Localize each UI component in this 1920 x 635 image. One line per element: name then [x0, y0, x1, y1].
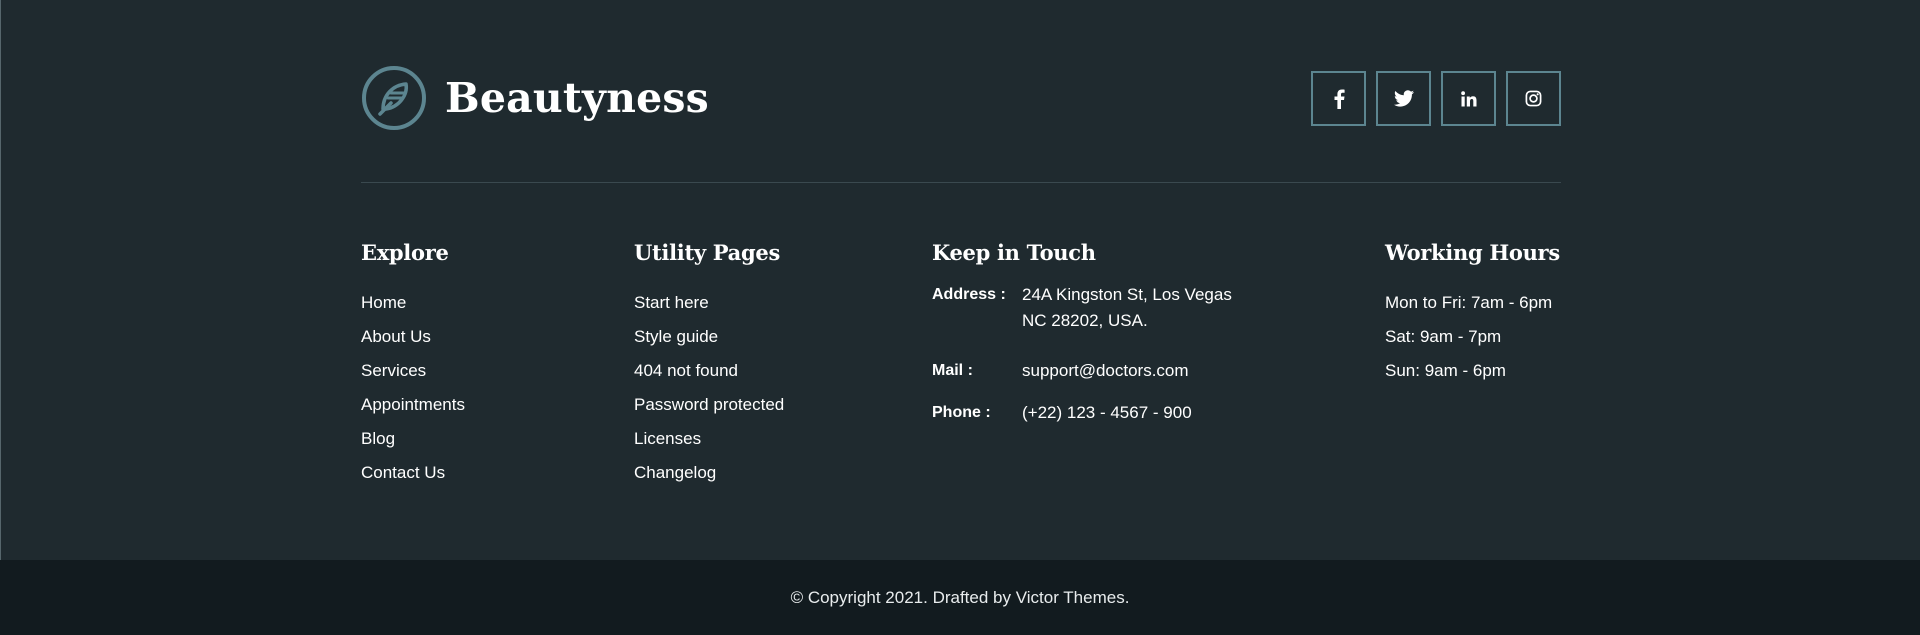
hours-column: Working Hours Mon to Fri: 7am - 6pm Sat:…: [1385, 238, 1560, 388]
divider: [361, 182, 1561, 183]
address-row: Address : 24A Kingston St, Los Vegas NC …: [932, 282, 1292, 334]
social-links: [1311, 71, 1561, 126]
link-blog[interactable]: Blog: [361, 429, 395, 448]
linkedin-button[interactable]: [1441, 71, 1496, 126]
link-appointments[interactable]: Appointments: [361, 395, 465, 414]
address-line-1: 24A Kingston St, Los Vegas: [1022, 285, 1232, 304]
hours-item: Sat: 9am - 7pm: [1385, 327, 1502, 346]
contact-column: Keep in Touch Address : 24A Kingston St,…: [932, 238, 1292, 426]
list-item: 404 not found: [634, 354, 784, 388]
utility-heading: Utility Pages: [634, 240, 780, 265]
hours-item: Sun: 9am - 6pm: [1385, 361, 1506, 380]
twitter-icon: [1393, 90, 1414, 107]
instagram-icon: [1525, 90, 1542, 107]
explore-links: Home About Us Services Appointments Blog…: [361, 286, 465, 490]
mail-link[interactable]: support@doctors.com: [1022, 358, 1189, 384]
list-item: Style guide: [634, 320, 784, 354]
list-item: Changelog: [634, 456, 784, 490]
link-home[interactable]: Home: [361, 293, 406, 312]
list-item: Blog: [361, 422, 465, 456]
list-item: About Us: [361, 320, 465, 354]
phone-label: Phone :: [932, 404, 991, 421]
link-style-guide[interactable]: Style guide: [634, 327, 718, 346]
address-value: 24A Kingston St, Los Vegas NC 28202, USA…: [1022, 282, 1232, 334]
list-item: Appointments: [361, 388, 465, 422]
link-start-here[interactable]: Start here: [634, 293, 709, 312]
list-item: Licenses: [634, 422, 784, 456]
mail-row: Mail : support@doctors.com: [932, 358, 1292, 384]
address-line-2: NC 28202, USA.: [1022, 311, 1148, 330]
link-404[interactable]: 404 not found: [634, 361, 738, 380]
footer-main: Beautyness Explore Home About Us Service…: [0, 0, 1920, 560]
link-changelog[interactable]: Changelog: [634, 463, 716, 482]
hours-item: Mon to Fri: 7am - 6pm: [1385, 293, 1553, 312]
brand[interactable]: Beautyness: [361, 65, 709, 131]
footer-container: Beautyness Explore Home About Us Service…: [361, 0, 1561, 560]
list-item: Start here: [634, 286, 784, 320]
phone-link[interactable]: (+22) 123 - 4567 - 900: [1022, 400, 1192, 426]
instagram-button[interactable]: [1506, 71, 1561, 126]
brand-name: Beautyness: [445, 74, 709, 122]
facebook-button[interactable]: [1311, 71, 1366, 126]
hours-heading: Working Hours: [1385, 240, 1560, 265]
link-services[interactable]: Services: [361, 361, 426, 380]
facebook-icon: [1334, 89, 1345, 109]
copyright-text: © Copyright 2021. Drafted by Victor Them…: [790, 587, 1130, 607]
contact-heading: Keep in Touch: [932, 240, 1096, 265]
mail-label: Mail :: [932, 362, 973, 379]
explore-heading: Explore: [361, 240, 449, 265]
link-contact-us[interactable]: Contact Us: [361, 463, 445, 482]
link-licenses[interactable]: Licenses: [634, 429, 701, 448]
list-item: Password protected: [634, 388, 784, 422]
list-item: Contact Us: [361, 456, 465, 490]
link-about-us[interactable]: About Us: [361, 327, 431, 346]
feather-leaf-icon: [362, 66, 426, 130]
hours-list: Mon to Fri: 7am - 6pm Sat: 9am - 7pm Sun…: [1385, 286, 1560, 388]
list-item: Home: [361, 286, 465, 320]
explore-column: Explore Home About Us Services Appointme…: [361, 238, 465, 490]
twitter-button[interactable]: [1376, 71, 1431, 126]
link-password-protected[interactable]: Password protected: [634, 395, 784, 414]
footer-bottom-bar: © Copyright 2021. Drafted by Victor Them…: [0, 560, 1920, 635]
utility-column: Utility Pages Start here Style guide 404…: [634, 238, 784, 490]
linkedin-icon: [1460, 90, 1476, 106]
address-label: Address :: [932, 286, 1006, 303]
phone-row: Phone : (+22) 123 - 4567 - 900: [932, 400, 1292, 426]
utility-links: Start here Style guide 404 not found Pas…: [634, 286, 784, 490]
list-item: Services: [361, 354, 465, 388]
